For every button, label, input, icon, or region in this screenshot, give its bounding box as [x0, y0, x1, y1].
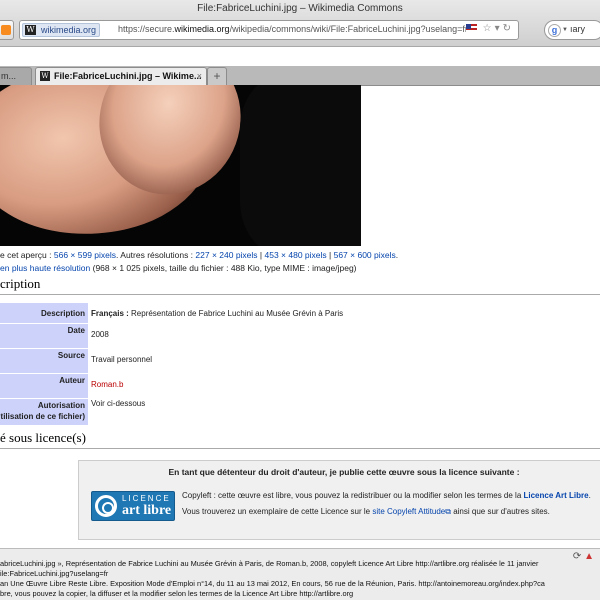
description-label: Description — [0, 303, 88, 323]
new-tab-button[interactable]: + — [207, 67, 227, 85]
license-text1-pre: Copyleft : cette œuvre est libre, vous p… — [182, 491, 524, 500]
status-line: ile:FabriceLuchini.jpg?uselang=fr — [0, 569, 109, 578]
status-line: abriceLuchini.jpg », Représentation de F… — [0, 559, 539, 568]
url-prefix: https://secure. — [118, 24, 175, 34]
res-prefix: e cet aperçu : — [0, 250, 54, 260]
license-heading: é sous licence(s) — [0, 430, 600, 449]
sync-icon[interactable]: ⟳ — [573, 551, 581, 562]
tab-bar: m... W File:FabriceLuchini.jpg – Wikime.… — [0, 66, 600, 86]
rss-feed-button[interactable] — [0, 20, 14, 40]
resolution-option-link[interactable]: 453 × 480 pixels — [265, 250, 327, 260]
tab-label: File:FabriceLuchini.jpg – Wikime... — [54, 71, 202, 81]
description-text: Représentation de Fabrice Luchini au Mus… — [128, 309, 344, 318]
reload-icon[interactable]: ↻ — [503, 23, 514, 34]
navigation-toolbar: W wikimedia.org https://secure.wikimedia… — [0, 19, 600, 43]
url-bar[interactable]: W wikimedia.org https://secure.wikimedia… — [19, 20, 519, 40]
resolution-option-link[interactable]: 227 × 240 pixels — [195, 250, 257, 260]
photo-sleeve-shape — [240, 85, 361, 246]
resolution-line: e cet aperçu : 566 × 599 pixels. Autres … — [0, 250, 399, 260]
copyleft-circle-icon — [95, 495, 117, 517]
dropdown-arrow-icon[interactable]: ▾ — [495, 23, 503, 34]
copyleft-attitude-link[interactable]: site Copyleft Attitude — [372, 507, 445, 516]
search-box[interactable]: g ▼ ıary — [544, 20, 600, 40]
full-resolution-link[interactable]: en plus haute résolution — [0, 263, 90, 273]
res-mid: . Autres résolutions : — [116, 250, 196, 260]
permission-label-line1: Autorisation — [37, 401, 85, 410]
logo-line2: art libre — [122, 503, 172, 518]
license-intro: En tant que détenteur du droit d'auteur,… — [168, 467, 520, 477]
table-row: Source Travail personnel — [0, 349, 600, 373]
wikimedia-favicon-icon: W — [25, 25, 36, 35]
full-resolution-line: en plus haute résolution (968 × 1 025 pi… — [0, 263, 357, 273]
bookmark-star-icon[interactable]: ☆ — [483, 23, 495, 34]
google-search-icon[interactable]: g — [548, 24, 561, 37]
art-libre-logo[interactable]: LICENCE art libre — [91, 491, 175, 521]
date-label: Date — [0, 324, 88, 348]
logo-line1: LICENCE — [122, 494, 171, 503]
license-text-line1: Copyleft : cette œuvre est libre, vous p… — [182, 491, 591, 500]
date-value: 2008 — [91, 330, 109, 339]
permission-label-line2: tilisation de ce fichier) — [0, 412, 85, 421]
permission-label: Autorisation tilisation de ce fichier) — [0, 399, 88, 425]
wikimedia-favicon-icon: W — [40, 71, 50, 81]
tab-active[interactable]: W File:FabriceLuchini.jpg – Wikime... × — [35, 67, 207, 85]
url-domain: wikimedia.org — [174, 24, 230, 34]
license-text1-post: . — [588, 491, 591, 500]
status-bar: ⟳ ▲ abriceLuchini.jpg », Représentation … — [0, 548, 600, 600]
rss-icon — [1, 25, 11, 35]
description-heading: cription — [0, 276, 600, 295]
url-text[interactable]: https://secure.wikimedia.org/wikipedia/c… — [118, 24, 468, 34]
license-text2-post: ainsi que sur d'autres sites. — [450, 507, 550, 516]
permission-value: Voir ci-dessous — [91, 399, 146, 408]
description-lang: Français : — [91, 309, 129, 318]
window-title: File:FabriceLuchini.jpg – Wikimedia Comm… — [197, 3, 403, 14]
search-input-text[interactable]: ıary — [570, 24, 585, 34]
license-box: En tant que détenteur du droit d'auteur,… — [78, 460, 600, 540]
alert-icon[interactable]: ▲ — [584, 551, 594, 562]
file-preview-image[interactable] — [0, 85, 361, 246]
close-tab-icon[interactable]: × — [197, 68, 202, 84]
licence-art-libre-link[interactable]: Licence Art Libre — [524, 491, 589, 500]
status-line: bre, vous pouvez la copier, la diffuser … — [0, 589, 354, 598]
source-label: Source — [0, 349, 88, 373]
file-info: (968 × 1 025 pixels, taille du fichier :… — [90, 263, 357, 273]
site-identity-button[interactable]: W wikimedia.org — [22, 23, 101, 37]
site-identity-label: wikimedia.org — [41, 25, 97, 35]
source-value: Travail personnel — [91, 355, 153, 364]
author-label: Auteur — [0, 374, 88, 398]
url-bar-icons: ☆▾↻ — [465, 23, 514, 34]
resolution-option-link[interactable]: 567 × 600 pixels — [334, 250, 396, 260]
status-icons: ⟳ ▲ — [573, 551, 594, 562]
license-text2-pre: Vous trouverez un exemplaire de cette Li… — [182, 507, 373, 516]
tab-previous[interactable]: m... — [0, 67, 32, 85]
table-row: Description Français : Représentation de… — [0, 303, 600, 323]
browser-titlebar: File:FabriceLuchini.jpg – Wikimedia Comm… — [0, 0, 600, 47]
status-line: an Une Œuvre Libre Reste Libre. Expositi… — [0, 579, 545, 588]
search-engine-dropdown-icon[interactable]: ▼ — [562, 27, 568, 33]
table-row: Autorisation tilisation de ce fichier) Vo… — [0, 399, 600, 425]
table-row: Auteur Roman.b — [0, 374, 600, 398]
url-path: /wikipedia/commons/wiki/File:FabriceLuch… — [229, 24, 468, 34]
author-link[interactable]: Roman.b — [91, 380, 123, 389]
table-row: Date 2008 — [0, 324, 600, 348]
current-resolution-link[interactable]: 566 × 599 pixels — [54, 250, 116, 260]
license-text-line2: Vous trouverez un exemplaire de cette Li… — [182, 507, 550, 517]
us-flag-icon[interactable] — [465, 24, 477, 33]
description-value: Français : Représentation de Fabrice Luc… — [91, 309, 343, 318]
res-suffix: . — [395, 250, 399, 260]
